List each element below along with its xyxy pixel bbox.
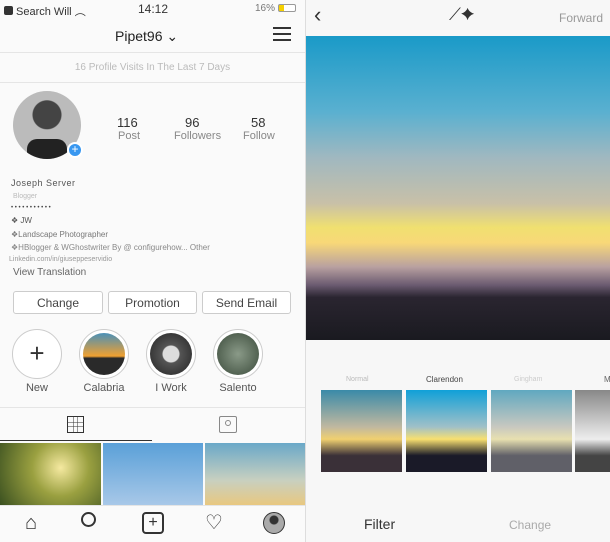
grid-view-icon[interactable] [67, 416, 84, 433]
stat-posts-label: Post [118, 130, 141, 142]
send-email-button[interactable]: Send Email [202, 291, 291, 314]
profile-avatar-icon[interactable] [263, 512, 285, 534]
status-battery: 16% [255, 3, 296, 14]
photo-thumbnail[interactable] [0, 443, 101, 505]
filter-label-normal[interactable]: Normal [346, 376, 369, 383]
highlight-calabria[interactable] [79, 329, 129, 379]
profile-name: Joseph Server [11, 178, 76, 188]
filter-thumb-m[interactable] [575, 390, 610, 472]
tagged-photos-icon[interactable] [219, 416, 237, 433]
filter-thumb-clarendon[interactable] [406, 390, 487, 472]
stat-follow-value[interactable]: 58 [251, 115, 265, 130]
stat-followers-value[interactable]: 96 [185, 115, 199, 130]
profile-visits[interactable]: 16 Profile Visits In The Last 7 Days [0, 62, 305, 73]
divider [0, 52, 305, 53]
highlight-label: I Work [155, 382, 187, 394]
highlight-label: New [25, 382, 48, 394]
filter-tab[interactable]: Filter [364, 516, 395, 532]
highlight-work[interactable] [146, 329, 196, 379]
new-post-icon[interactable]: + [142, 512, 164, 534]
bio-line: ❖HBlogger & WGhostwriter By @ configureh… [11, 243, 210, 252]
status-time: 14:12 [138, 2, 169, 16]
add-story-icon[interactable]: + [67, 142, 83, 158]
divider [0, 407, 305, 408]
stat-posts-value[interactable]: 116 [117, 115, 138, 130]
bio-line: ❖Landscape Photographer [11, 230, 109, 239]
highlight-label: Salento [219, 382, 257, 394]
photo-preview [306, 36, 610, 340]
profile-link[interactable]: Linkedin.com/in/giuseppeservidio [9, 256, 112, 263]
battery-icon [277, 4, 296, 13]
highlight-new[interactable]: + [12, 329, 62, 379]
back-app-icon [4, 6, 13, 15]
stat-follow-label: Follow [243, 130, 275, 142]
filter-label-clarendon[interactable]: Clarendon [426, 375, 463, 384]
forward-button[interactable]: Forward [559, 11, 603, 25]
change-button[interactable]: Change [13, 291, 103, 314]
home-icon[interactable]: ⌂ [20, 512, 42, 534]
filter-thumb-normal[interactable] [321, 390, 402, 472]
photo-thumbnail[interactable] [103, 443, 203, 505]
status-carrier: Search Will ︵ [4, 3, 86, 19]
activity-heart-icon[interactable]: ♡ [203, 512, 225, 534]
filter-label-gingham[interactable]: Gingham [514, 376, 542, 383]
photo-thumbnail[interactable] [205, 443, 305, 505]
highlight-label: Calabria [83, 382, 125, 394]
search-icon[interactable] [81, 512, 103, 534]
highlight-salento[interactable] [213, 329, 263, 379]
username-switcher[interactable]: Pipet96 ⌄ [115, 28, 178, 45]
bio-line: ❖ JW [11, 216, 32, 225]
filter-label-m[interactable]: M [604, 375, 610, 384]
promotion-button[interactable]: Promotion [108, 291, 197, 314]
active-tab-indicator [0, 440, 152, 441]
back-icon[interactable]: ‹ [314, 2, 321, 28]
magic-wand-icon[interactable]: ⟋✦ [449, 5, 474, 25]
view-translation-link[interactable]: View Translation [13, 267, 86, 278]
change-tab[interactable]: Change [509, 518, 551, 532]
menu-icon[interactable] [273, 27, 291, 41]
profile-screen: Search Will ︵ 14:12 16% Pipet96 ⌄ 16 Pro… [0, 0, 305, 542]
stat-followers-label: Followers [174, 130, 222, 142]
wifi-icon: ︵ [74, 6, 86, 18]
filter-thumb-gingham[interactable] [491, 390, 572, 472]
bio-dots: • • • • • • • • • • • [11, 205, 51, 211]
filter-editor-screen: ‹ ⟋✦ Forward Normal Clarendon Gingham M … [305, 0, 610, 542]
divider [0, 82, 305, 83]
profile-category: Blogger [13, 193, 38, 200]
